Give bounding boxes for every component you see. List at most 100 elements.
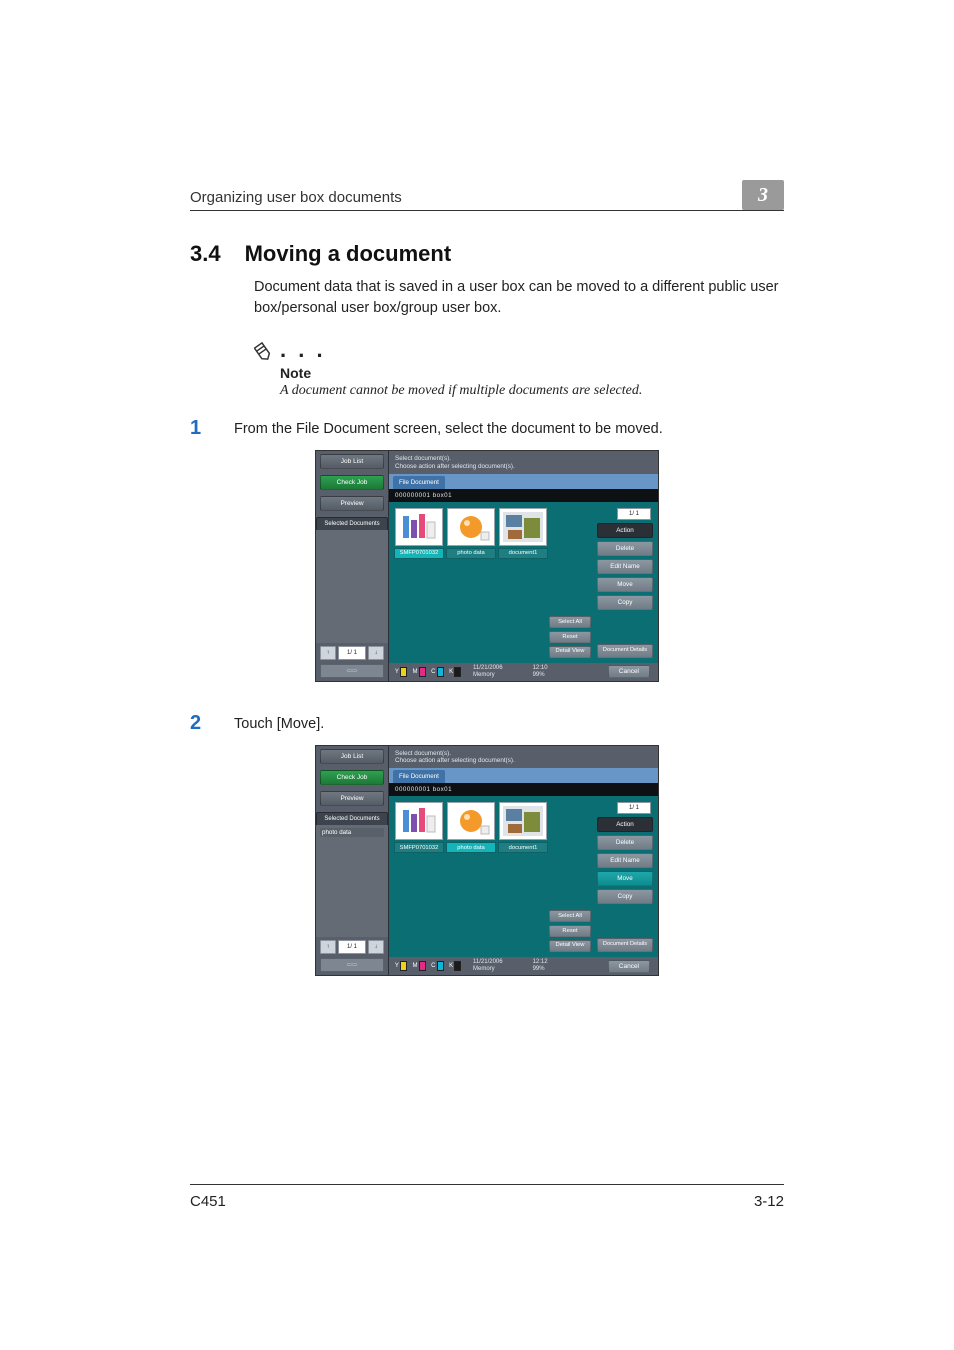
- tab-file-document[interactable]: File Document: [393, 770, 445, 783]
- status-bar: 11/21/2006Memory 12:1299%: [467, 957, 608, 975]
- intro-paragraph: Document data that is saved in a user bo…: [254, 277, 784, 319]
- select-all-button[interactable]: Select All: [549, 910, 591, 922]
- left-pager: ↑ 1/ 1 ↓: [320, 646, 384, 660]
- toner-levels: YMCK: [389, 957, 467, 975]
- toner-k: K: [449, 667, 461, 677]
- note-block: . . . Note A document cannot be moved if…: [254, 337, 784, 399]
- cancel-button[interactable]: Cancel: [608, 960, 650, 973]
- action-column: Action Delete Edit Name Move Copy: [597, 817, 653, 904]
- pager-up-button[interactable]: ↑: [320, 646, 336, 660]
- toner-k: K: [449, 961, 461, 971]
- page-indicator: 1/ 1: [617, 802, 651, 814]
- section-title: Moving a document: [245, 241, 452, 267]
- screenshot: Job List Check Job Preview Selected Docu…: [315, 450, 659, 682]
- running-header: Organizing user box documents 3: [190, 180, 784, 211]
- doc-thumb[interactable]: document1: [499, 508, 547, 559]
- toner-y: Y: [395, 667, 407, 677]
- doc-thumb-label: document1: [498, 842, 548, 853]
- doc-thumb-label: photo data: [446, 548, 496, 559]
- doc-thumb[interactable]: SMFP0701032: [395, 802, 443, 853]
- left-pager: ↑ 1/ 1 ↓: [320, 940, 384, 954]
- section-number: 3.4: [190, 241, 221, 267]
- tray-icon: ▭▭: [320, 958, 384, 972]
- document-details-button[interactable]: Document Details: [597, 938, 653, 952]
- select-all-button[interactable]: Select All: [549, 616, 591, 628]
- move-button[interactable]: Move: [597, 871, 653, 886]
- tab-file-document[interactable]: File Document: [393, 476, 445, 489]
- thumb-list: SMFP0701032 photo data document1: [395, 802, 593, 853]
- doc-thumb[interactable]: photo data: [447, 508, 495, 559]
- selected-doc-item: photo data: [320, 828, 384, 837]
- pager-down-button[interactable]: ↓: [368, 646, 384, 660]
- doc-thumb-image: [395, 802, 443, 840]
- reset-button[interactable]: Reset: [549, 631, 591, 643]
- memory-label: Memory: [473, 966, 503, 973]
- cancel-button[interactable]: Cancel: [608, 665, 650, 678]
- edit-name-button[interactable]: Edit Name: [597, 559, 653, 574]
- box-info-bar: 000000001 box01: [389, 783, 658, 796]
- screenshot: Job List Check Job Preview Selected Docu…: [315, 745, 659, 977]
- check-job-button[interactable]: Check Job: [320, 475, 384, 490]
- section-heading: 3.4 Moving a document: [190, 241, 784, 267]
- pager-down-button[interactable]: ↓: [368, 940, 384, 954]
- doc-thumb-label: document1: [498, 548, 548, 559]
- pager-indicator: 1/ 1: [338, 940, 366, 954]
- tab-bar: File Document: [389, 768, 658, 783]
- footer-right: 3-12: [754, 1193, 784, 1210]
- preview-button[interactable]: Preview: [320, 791, 384, 806]
- step-row: 1 From the File Document screen, select …: [190, 417, 784, 440]
- page-footer: C451 3-12: [190, 1184, 784, 1210]
- selected-docs-list: [316, 530, 388, 643]
- doc-thumb-image: [447, 508, 495, 546]
- preview-button[interactable]: Preview: [320, 496, 384, 511]
- doc-thumb-image: [499, 508, 547, 546]
- page-indicator: 1/ 1: [617, 508, 651, 520]
- copy-button[interactable]: Copy: [597, 889, 653, 904]
- doc-thumb-label: SMFP0701032: [394, 548, 444, 559]
- instruction-bar: Select document(s).Choose action after s…: [389, 451, 658, 474]
- move-button[interactable]: Move: [597, 577, 653, 592]
- memory-pct: 99%: [533, 672, 548, 679]
- action-header: Action: [597, 523, 653, 538]
- note-label: Note: [280, 365, 784, 381]
- step-row: 2 Touch [Move].: [190, 712, 784, 735]
- status-time: 12:12: [533, 959, 548, 966]
- toner-levels: YMCK: [389, 663, 467, 681]
- running-header-text: Organizing user box documents: [190, 189, 402, 206]
- edit-name-button[interactable]: Edit Name: [597, 853, 653, 868]
- step-text: From the File Document screen, select th…: [234, 417, 663, 437]
- doc-thumb[interactable]: document1: [499, 802, 547, 853]
- note-text: A document cannot be moved if multiple d…: [280, 383, 784, 399]
- job-list-button[interactable]: Job List: [320, 454, 384, 469]
- status-date: 11/21/2006: [473, 665, 503, 672]
- delete-button[interactable]: Delete: [597, 541, 653, 556]
- doc-thumb-image: [447, 802, 495, 840]
- main-area: SMFP0701032 photo data document1 1/ 1 Ac…: [389, 502, 658, 663]
- note-icon: [254, 341, 276, 363]
- detail-view-button[interactable]: Detail View: [549, 646, 591, 658]
- pager-up-button[interactable]: ↑: [320, 940, 336, 954]
- delete-button[interactable]: Delete: [597, 835, 653, 850]
- toner-m: M: [413, 961, 426, 971]
- doc-thumb[interactable]: SMFP0701032: [395, 508, 443, 559]
- action-header: Action: [597, 817, 653, 832]
- reset-button[interactable]: Reset: [549, 925, 591, 937]
- document-details-button[interactable]: Document Details: [597, 644, 653, 658]
- detail-view-button[interactable]: Detail View: [549, 940, 591, 952]
- chapter-chip: 3: [742, 180, 784, 210]
- status-time: 12:10: [533, 665, 548, 672]
- action-column: Action Delete Edit Name Move Copy: [597, 523, 653, 610]
- status-bar: 11/21/2006Memory 12:1099%: [467, 663, 608, 681]
- toner-y: Y: [395, 961, 407, 971]
- selected-docs-tab: Selected Documents: [316, 812, 388, 825]
- memory-pct: 99%: [533, 966, 548, 973]
- selected-docs-list: photo data: [316, 825, 388, 938]
- box-info-bar: 000000001 box01: [389, 489, 658, 502]
- doc-thumb[interactable]: photo data: [447, 802, 495, 853]
- status-date: 11/21/2006: [473, 959, 503, 966]
- toner-m: M: [413, 667, 426, 677]
- copy-button[interactable]: Copy: [597, 595, 653, 610]
- doc-thumb-image: [499, 802, 547, 840]
- check-job-button[interactable]: Check Job: [320, 770, 384, 785]
- job-list-button[interactable]: Job List: [320, 749, 384, 764]
